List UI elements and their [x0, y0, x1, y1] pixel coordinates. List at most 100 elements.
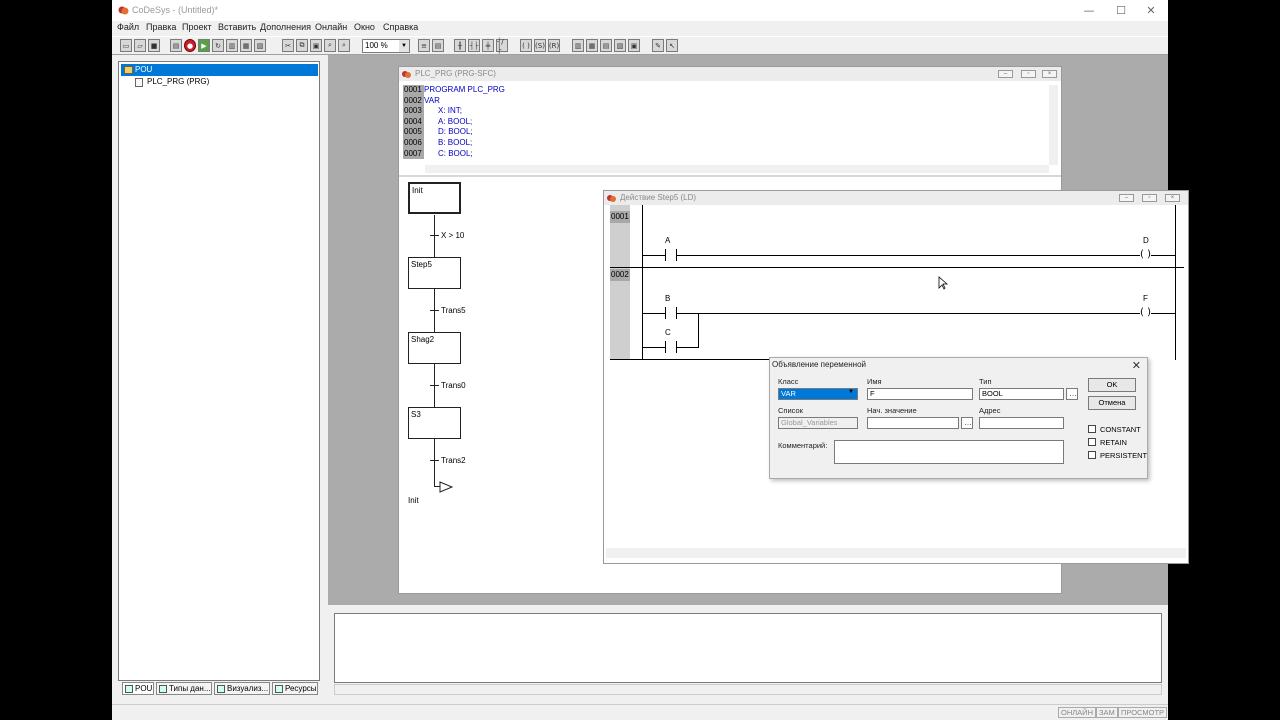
line-number: 0006 [403, 137, 424, 149]
minimize-icon[interactable]: – [998, 70, 1013, 78]
message-horizontal-scrollbar[interactable] [334, 684, 1162, 695]
cut-icon[interactable]: ✂ [282, 39, 294, 52]
close-button[interactable]: ✕ [1136, 2, 1166, 19]
contact-b[interactable] [665, 307, 677, 319]
menu-window[interactable]: Окно [354, 22, 375, 32]
save-icon[interactable]: ■ [148, 39, 160, 52]
watch-icon[interactable]: ▧ [254, 39, 266, 52]
sfc-transition[interactable] [430, 460, 439, 461]
tab-data-types[interactable]: Типы дан... [156, 682, 212, 695]
input-icon[interactable]: ▣ [628, 39, 640, 52]
menu-online[interactable]: Онлайн [315, 22, 347, 32]
type-field[interactable]: BOOL [979, 388, 1064, 400]
step-over-icon[interactable]: ▥ [226, 39, 238, 52]
checkbox-box [1088, 451, 1096, 459]
coil-d[interactable]: ( ) [1140, 249, 1151, 261]
tree-root-pou[interactable]: POU [121, 64, 318, 76]
paste-icon[interactable]: ▣ [310, 39, 322, 52]
label-icon[interactable]: ▧ [614, 39, 626, 52]
menu-project[interactable]: Проект [182, 22, 212, 32]
login-icon[interactable]: ▤ [170, 39, 182, 52]
close-icon[interactable]: × [1165, 194, 1180, 202]
name-field[interactable]: F [867, 388, 973, 400]
tree-item-plc-prg[interactable]: PLC_PRG (PRG) [135, 77, 209, 87]
contact-icon[interactable]: ┤├ [468, 39, 480, 52]
negated-contact-icon[interactable]: ┤/├ [496, 38, 508, 54]
menu-extras[interactable]: Дополнения [260, 22, 311, 32]
copy-icon[interactable]: ⧉ [296, 39, 308, 52]
tab-resources[interactable]: Ресурсы [272, 682, 318, 695]
jump-icon[interactable]: ▦ [586, 39, 598, 52]
sfc-step-s3[interactable]: S3 [408, 407, 461, 439]
coil-icon[interactable]: ( ) [520, 39, 532, 52]
type-browse-button[interactable]: … [1066, 388, 1078, 400]
minimize-icon[interactable]: – [1119, 194, 1134, 202]
stop-icon[interactable]: ● [184, 39, 196, 52]
message-window[interactable] [334, 613, 1162, 683]
ld-window-titlebar[interactable]: Действие Step5 (LD) – ▫ × [604, 191, 1188, 205]
menu-file[interactable]: Файл [117, 22, 139, 32]
initial-value-field[interactable] [867, 417, 959, 429]
contact-c[interactable] [665, 341, 677, 353]
menu-insert[interactable]: Вставить [218, 22, 256, 32]
close-icon[interactable]: × [1042, 70, 1057, 78]
editor-divider[interactable] [399, 175, 1061, 177]
restore-icon[interactable]: ▫ [1142, 194, 1157, 202]
open-icon[interactable]: ▱ [134, 39, 146, 52]
return-icon[interactable]: ▤ [600, 39, 612, 52]
box-icon[interactable]: ▤ [432, 39, 444, 52]
sfc-window-titlebar[interactable]: PLC_PRG (PRG-SFC) – ▫ × [399, 67, 1061, 81]
menu-help[interactable]: Справка [383, 22, 418, 32]
tab-visualizations[interactable]: Визуализ... [214, 682, 270, 695]
constant-checkbox[interactable]: CONSTANT [1088, 425, 1141, 434]
sfc-step-init[interactable]: Init [408, 182, 461, 214]
retain-checkbox[interactable]: RETAIN [1088, 438, 1127, 447]
ld-window-title: Действие Step5 (LD) [620, 193, 697, 202]
new-icon[interactable]: ▭ [120, 39, 132, 52]
declaration-editor[interactable]: 0001 PROGRAM PLC_PRG 0002 VAR 0003 X: INT; … [403, 85, 505, 160]
run-icon[interactable]: ▶ [198, 39, 210, 52]
breakpoint-icon[interactable]: ▦ [240, 39, 252, 52]
find-next-icon[interactable]: ⌕ [338, 39, 350, 52]
ok-button[interactable]: OK [1088, 378, 1136, 392]
list-select[interactable]: Global_Variables [778, 417, 858, 429]
reset-coil-icon[interactable]: (R) [548, 39, 560, 52]
class-select[interactable]: VAR [778, 388, 858, 400]
sfc-transition[interactable] [430, 385, 439, 386]
close-icon[interactable]: ✕ [1132, 359, 1141, 372]
sfc-step-shag2[interactable]: Shag2 [408, 332, 461, 364]
declaration-horizontal-scrollbar[interactable] [425, 165, 1049, 173]
pencil-icon[interactable]: ✎ [652, 39, 664, 52]
tab-pou[interactable]: POU [122, 682, 154, 695]
minimize-button[interactable]: — [1074, 2, 1104, 19]
address-field[interactable] [979, 417, 1064, 429]
fb-icon[interactable]: ▥ [572, 39, 584, 52]
window-title: CoDeSys - (Untitled)* [132, 5, 219, 15]
find-icon[interactable]: ⌕ [324, 39, 336, 52]
line-number: 0003 [403, 106, 424, 117]
network-icon[interactable]: ╫ [454, 39, 466, 52]
contact-a[interactable] [665, 249, 677, 261]
select-icon[interactable]: ↖ [666, 39, 678, 52]
coil-f[interactable]: ( ) [1140, 307, 1151, 319]
ld-horizontal-scrollbar[interactable] [606, 548, 1186, 558]
menu-edit[interactable]: Правка [146, 22, 176, 32]
restore-icon[interactable]: ▫ [1021, 70, 1036, 78]
jump-arrow-icon[interactable] [439, 481, 453, 493]
comment-icon[interactable]: ≡ [418, 39, 430, 52]
persistent-checkbox[interactable]: PERSISTENT [1088, 451, 1147, 460]
parallel-contact-icon[interactable]: ╪ [482, 39, 494, 52]
sfc-transition[interactable] [430, 235, 439, 236]
coil-f-label: F [1143, 294, 1148, 303]
comment-field[interactable] [834, 440, 1064, 464]
cancel-button[interactable]: Отмена [1088, 396, 1136, 410]
initial-value-browse-button[interactable]: … [961, 417, 973, 429]
sfc-transition[interactable] [430, 310, 439, 311]
sfc-step-step5[interactable]: Step5 [408, 257, 461, 289]
set-coil-icon[interactable]: (S) [534, 39, 546, 52]
contact-b-label: B [665, 294, 671, 303]
zoom-select[interactable]: 100 % ▼ [362, 39, 410, 53]
maximize-button[interactable]: ☐ [1106, 2, 1136, 19]
step-icon[interactable]: ↻ [212, 39, 224, 52]
declaration-vertical-scrollbar[interactable] [1049, 85, 1058, 165]
